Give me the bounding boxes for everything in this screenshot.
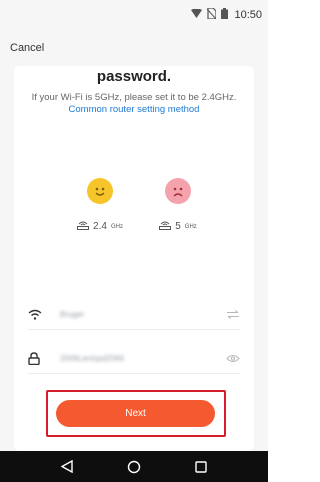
wifi-signal-icon (191, 8, 203, 21)
router-icon (159, 220, 172, 233)
band-5-unit: GHz (184, 223, 197, 230)
password-field[interactable]: 2006LanIspd2066 (28, 344, 240, 374)
eye-icon[interactable] (222, 354, 240, 363)
happy-face-icon (87, 178, 113, 204)
cancel-button[interactable]: Cancel (10, 42, 44, 54)
band-24-unit: GHz (110, 223, 123, 230)
recents-icon[interactable] (193, 459, 209, 475)
status-icons (191, 7, 229, 22)
wifi-setup-card: password. If your Wi-Fi is 5GHz, please … (14, 66, 254, 451)
back-icon[interactable] (59, 459, 75, 475)
next-button-highlight: Next (46, 390, 226, 437)
top-bar: Cancel (0, 36, 268, 60)
frequency-hint: If your Wi-Fi is 5GHz, please set it to … (28, 92, 240, 116)
router-icon (77, 220, 90, 233)
battery-icon (221, 8, 229, 22)
band-24-value: 2.4 (93, 221, 107, 232)
page-title: password. (96, 68, 172, 85)
wifi-name-field[interactable]: Bruget (28, 300, 240, 330)
band-5ghz-label: 5 GHz (159, 220, 197, 233)
switch-arrows-icon[interactable] (222, 310, 240, 319)
router-settings-link[interactable]: Common router setting method (69, 104, 200, 115)
band-24ghz-label: 2.4 GHz (77, 220, 123, 233)
band-24ghz: 2.4 GHz (70, 178, 130, 258)
lock-icon (28, 352, 50, 365)
next-button[interactable]: Next (56, 400, 215, 427)
hint-text: If your Wi-Fi is 5GHz, please set it to … (31, 92, 237, 103)
status-time: 10:50 (234, 9, 262, 21)
sad-face-icon (165, 178, 191, 204)
wifi-name-value[interactable]: Bruget (60, 310, 222, 319)
status-bar: 10:50 (0, 0, 268, 30)
band-5-value: 5 (175, 221, 181, 232)
screen: 10:50 Cancel password. If your Wi-Fi is … (0, 0, 268, 482)
android-nav-bar (0, 451, 268, 482)
no-sim-icon (207, 7, 218, 22)
wifi-icon (28, 309, 50, 320)
band-5ghz: 5 GHz (148, 178, 208, 258)
password-value[interactable]: 2006LanIspd2066 (60, 354, 222, 363)
home-icon[interactable] (126, 459, 142, 475)
